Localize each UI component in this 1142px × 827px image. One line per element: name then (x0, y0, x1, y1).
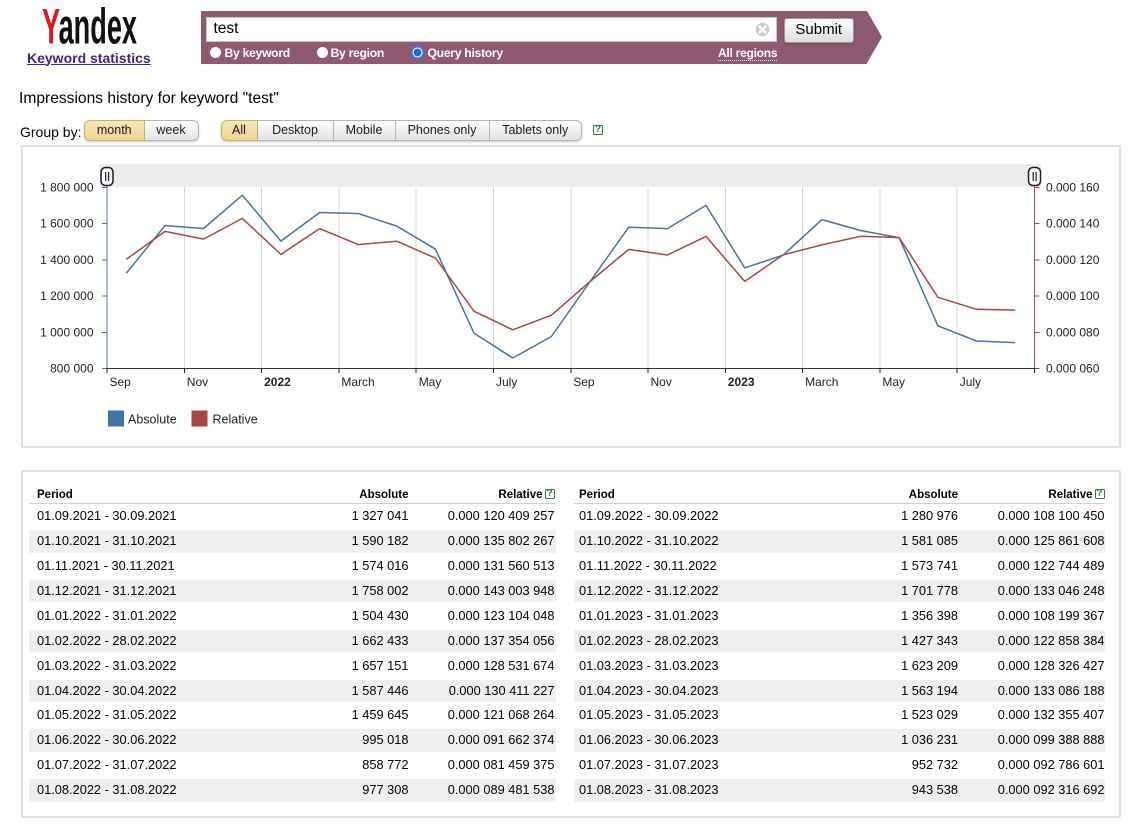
svg-text:0.000 060: 0.000 060 (1046, 362, 1100, 376)
svg-text:March: March (805, 375, 838, 389)
svg-text:0.000 160: 0.000 160 (1046, 181, 1100, 195)
svg-text:800 000: 800 000 (50, 362, 94, 376)
svg-text:March: March (341, 375, 374, 389)
svg-text:Sep: Sep (573, 375, 595, 389)
svg-text:0.000 080: 0.000 080 (1046, 325, 1100, 339)
svg-text:0.000 120: 0.000 120 (1046, 253, 1100, 267)
svg-text:1 800 000: 1 800 000 (40, 181, 94, 195)
svg-text:1 600 000: 1 600 000 (40, 217, 94, 231)
svg-text:2022: 2022 (264, 375, 291, 389)
svg-text:Nov: Nov (187, 375, 208, 389)
svg-text:Sep: Sep (110, 375, 132, 389)
svg-text:1 200 000: 1 200 000 (40, 289, 94, 303)
svg-text:May: May (419, 375, 442, 389)
svg-text:Yandex: Yandex (42, 3, 137, 49)
svg-text:1 400 000: 1 400 000 (40, 253, 94, 267)
svg-text:0.000 100: 0.000 100 (1046, 289, 1100, 303)
svg-text:1 000 000: 1 000 000 (40, 325, 94, 339)
svg-text:Absolute: Absolute (128, 413, 177, 427)
svg-text:0.000 140: 0.000 140 (1046, 217, 1100, 231)
svg-text:Relative: Relative (213, 413, 258, 427)
svg-text:2023: 2023 (728, 375, 755, 389)
svg-text:Nov: Nov (651, 375, 672, 389)
svg-text:May: May (882, 375, 905, 389)
svg-text:July: July (496, 375, 517, 389)
svg-text:July: July (960, 375, 981, 389)
